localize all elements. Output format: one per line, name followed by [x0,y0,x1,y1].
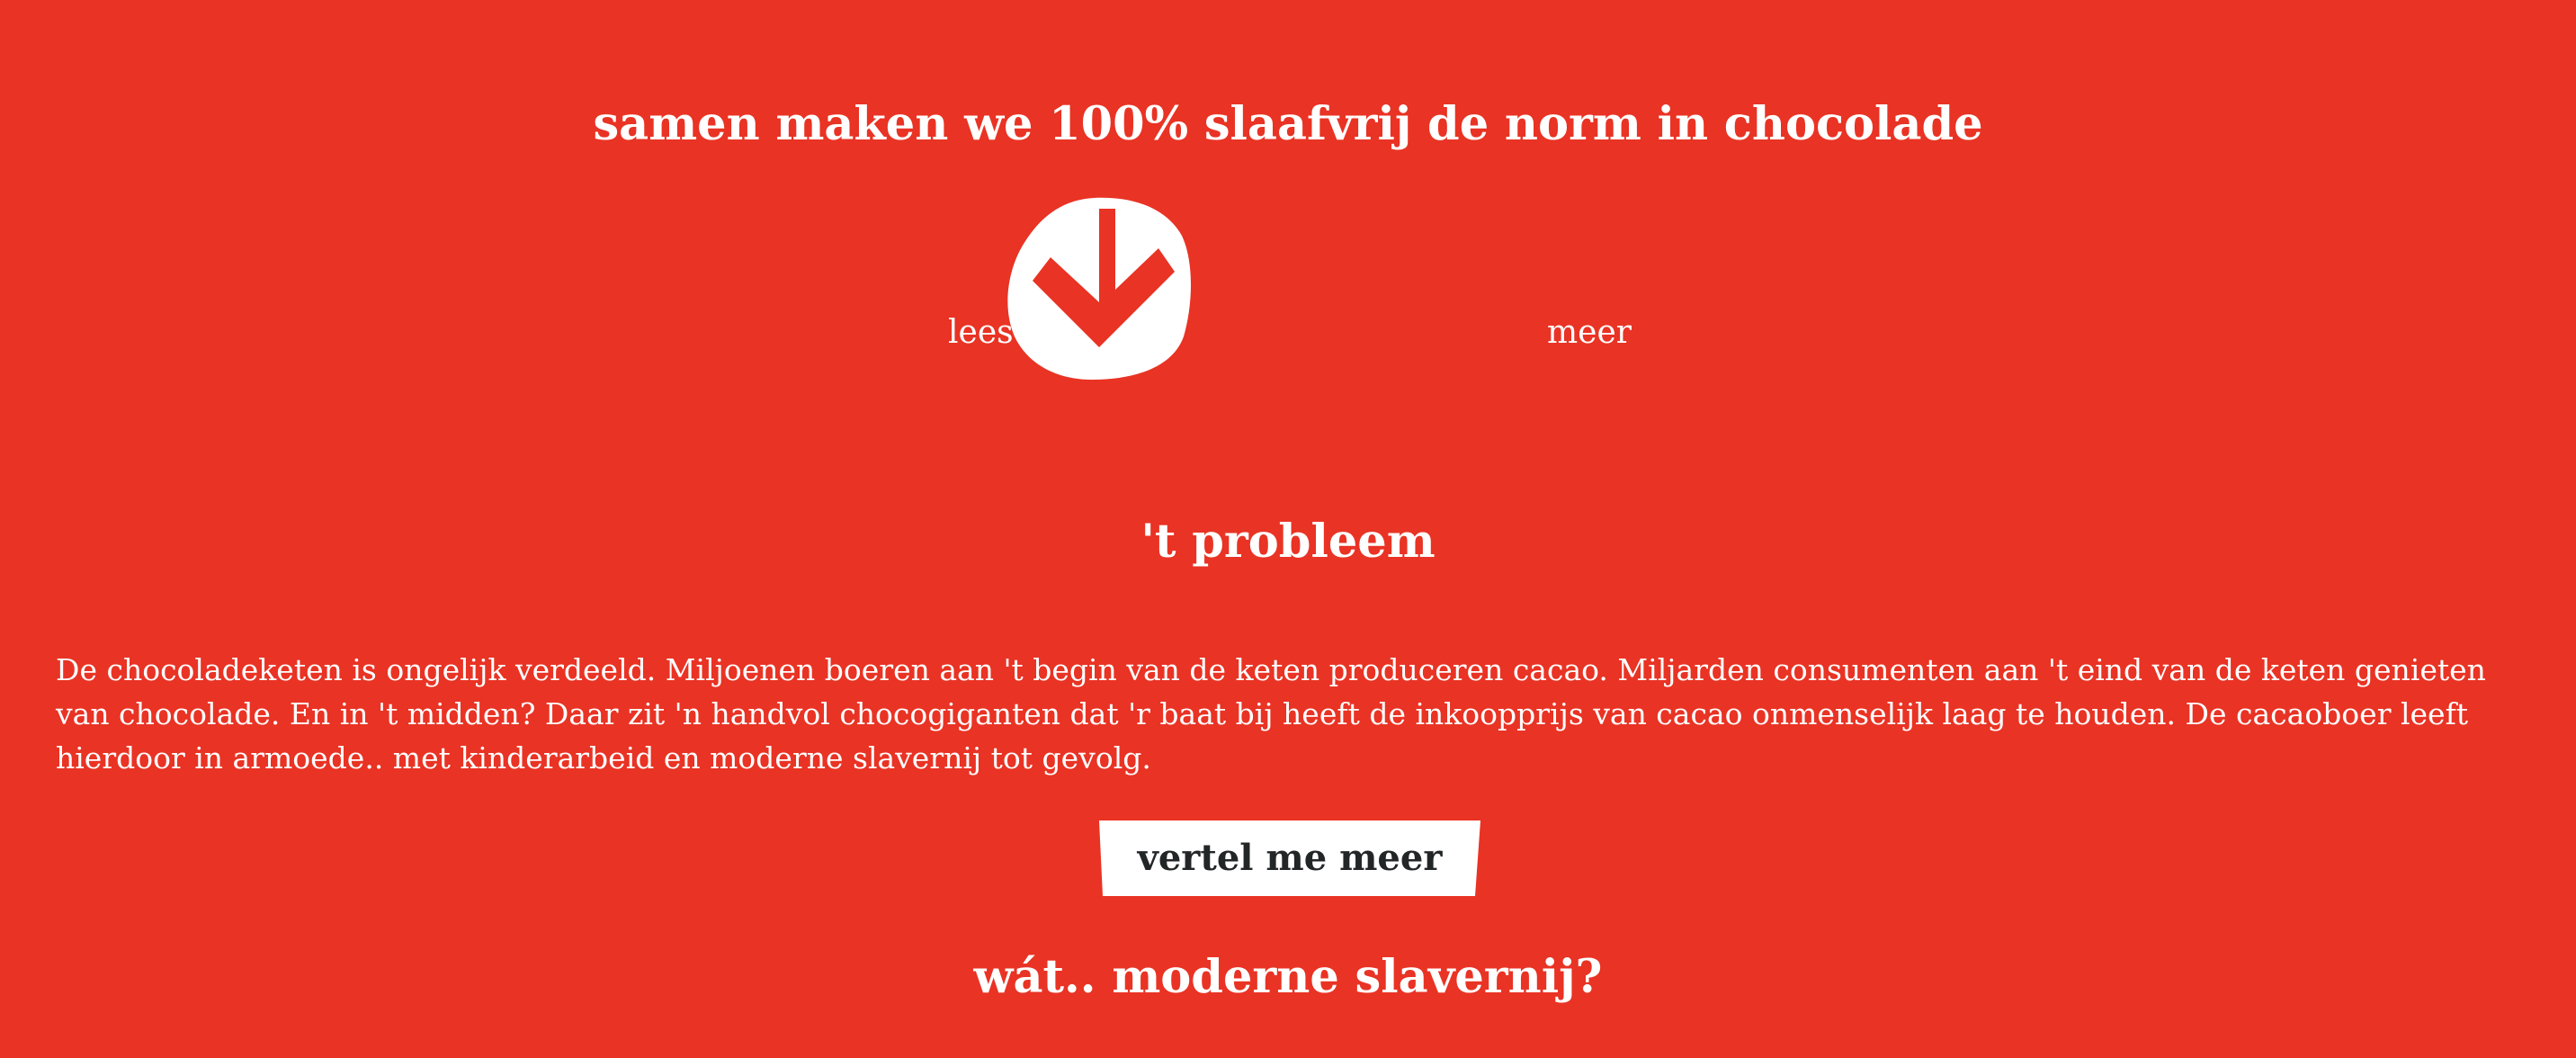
read-more-left-word[interactable]: lees [948,297,1014,369]
hero-title: samen maken we 100% slaafvrij de norm in… [593,97,1983,151]
read-more-right-word[interactable]: meer [1547,297,1632,369]
read-more-link-group [0,194,2576,380]
tell-me-more-label: vertel me meer [1137,837,1443,879]
modern-slavery-section-title: wát.. moderne slavernij? [973,950,1603,1004]
problem-section-title: 't probleem [1140,515,1436,569]
problem-body-text: De chocoladeketen is ongelijk verdeeld. … [56,652,2486,776]
read-more-arrow-button[interactable] [1006,196,1191,380]
down-arrow-blob-icon [1007,197,1191,380]
tell-me-more-button[interactable]: vertel me meer [1099,820,1480,896]
